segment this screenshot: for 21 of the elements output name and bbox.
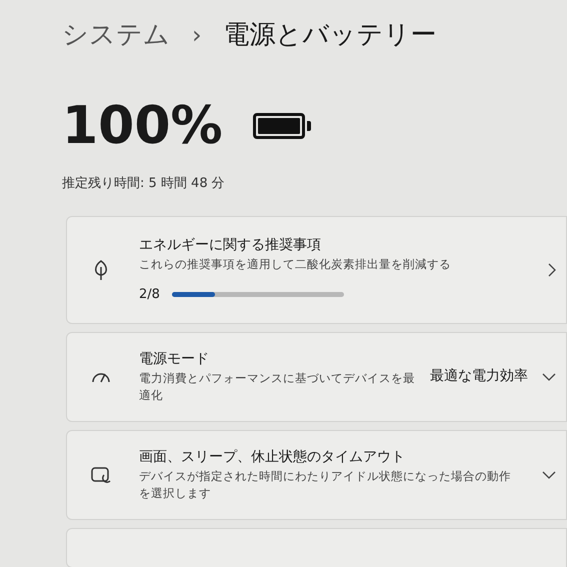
page-title: 電源とバッテリー xyxy=(224,18,437,52)
breadcrumb-separator: › xyxy=(192,20,202,51)
settings-card[interactable]: 画面、スリープ、休止状態のタイムアウト デバイスが指定された時間にわたりアイドル状態になった場合の動作を選択します xyxy=(66,430,567,520)
card-description: これらの推奨事項を適用して二酸化炭素排出量を削減する xyxy=(139,256,452,273)
card-description: 電力消費とパフォーマンスに基づいてデバイスを最適化 xyxy=(139,370,416,404)
settings-card[interactable]: エネルギーに関する推奨事項 これらの推奨事項を適用して二酸化炭素排出量を削減する 2/8 xyxy=(66,216,567,324)
battery-percentage: 100% xyxy=(62,95,223,158)
settings-card[interactable]: 電源モード 電力消費とパフォーマンスに基づいてデバイスを最適化 最適な電力効率 xyxy=(66,332,567,422)
chevron-down-icon xyxy=(542,372,556,380)
chevron-down-icon xyxy=(542,470,556,478)
breadcrumb-link[interactable]: システム xyxy=(62,16,170,54)
card-title: 画面、スリープ、休止状態のタイムアウト xyxy=(139,448,406,467)
chevron-right-icon xyxy=(548,262,556,276)
settings-card[interactable] xyxy=(66,528,567,567)
card-title: エネルギーに関する推奨事項 xyxy=(139,236,322,255)
battery-icon xyxy=(252,113,311,139)
power-mode-value: 最適な電力効率 xyxy=(430,367,528,386)
remaining-time: 推定残り時間: 5 時間 48 分 xyxy=(62,175,226,193)
card-title: 電源モード xyxy=(139,350,210,369)
progress-count: 2/8 xyxy=(139,286,160,304)
card-description: デバイスが指定された時間にわたりアイドル状態になった場合の動作を選択します xyxy=(139,468,512,502)
